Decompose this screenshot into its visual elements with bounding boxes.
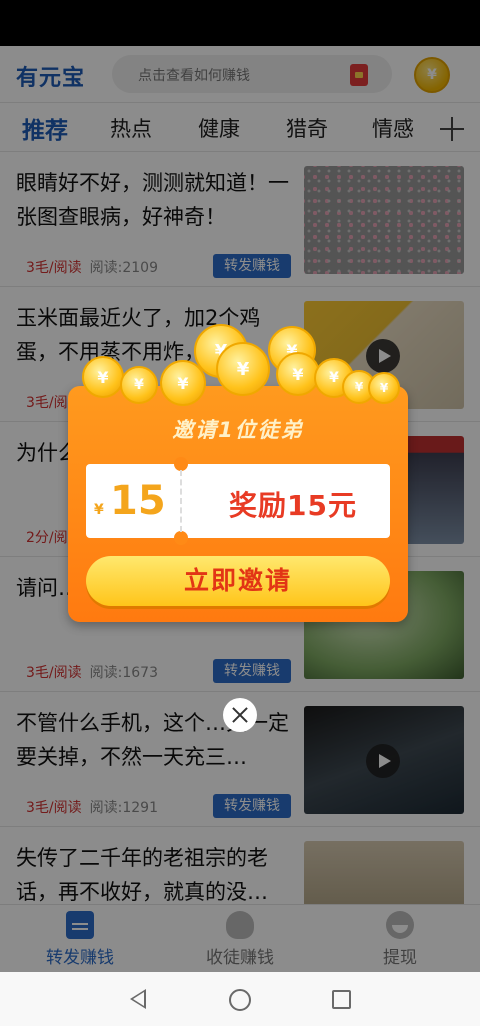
coupon-amount: 15 [110,478,166,524]
coupon-notch [174,457,188,471]
status-bar [0,0,480,46]
coin-decoration: ¥ [82,356,124,398]
coin-decoration: ¥ [120,366,158,404]
system-nav-bar [0,972,480,1026]
home-icon[interactable] [229,989,251,1011]
coin-decoration: ¥ [368,372,400,404]
coupon-notch [174,531,188,545]
coin-decoration: ¥ [216,342,270,396]
recent-apps-icon[interactable] [332,990,351,1009]
popup-title: 邀请1位徒弟 [172,418,304,442]
back-icon[interactable] [130,989,146,1009]
reward-coupon: ¥ 15 奖励15元 [86,457,390,545]
invite-now-button[interactable]: 立即邀请 [86,556,390,606]
coupon-divider [180,470,182,532]
yen-sign: ¥ [94,502,104,518]
coupon-reward-text: 奖励15元 [229,489,357,522]
close-icon[interactable] [223,698,257,732]
invite-popup: ¥ ¥ ¥ ¥ ¥ ¥ ¥ ¥ ¥ ¥ 邀请1位徒弟 ¥ 15 奖励15元 立即… [68,324,408,622]
